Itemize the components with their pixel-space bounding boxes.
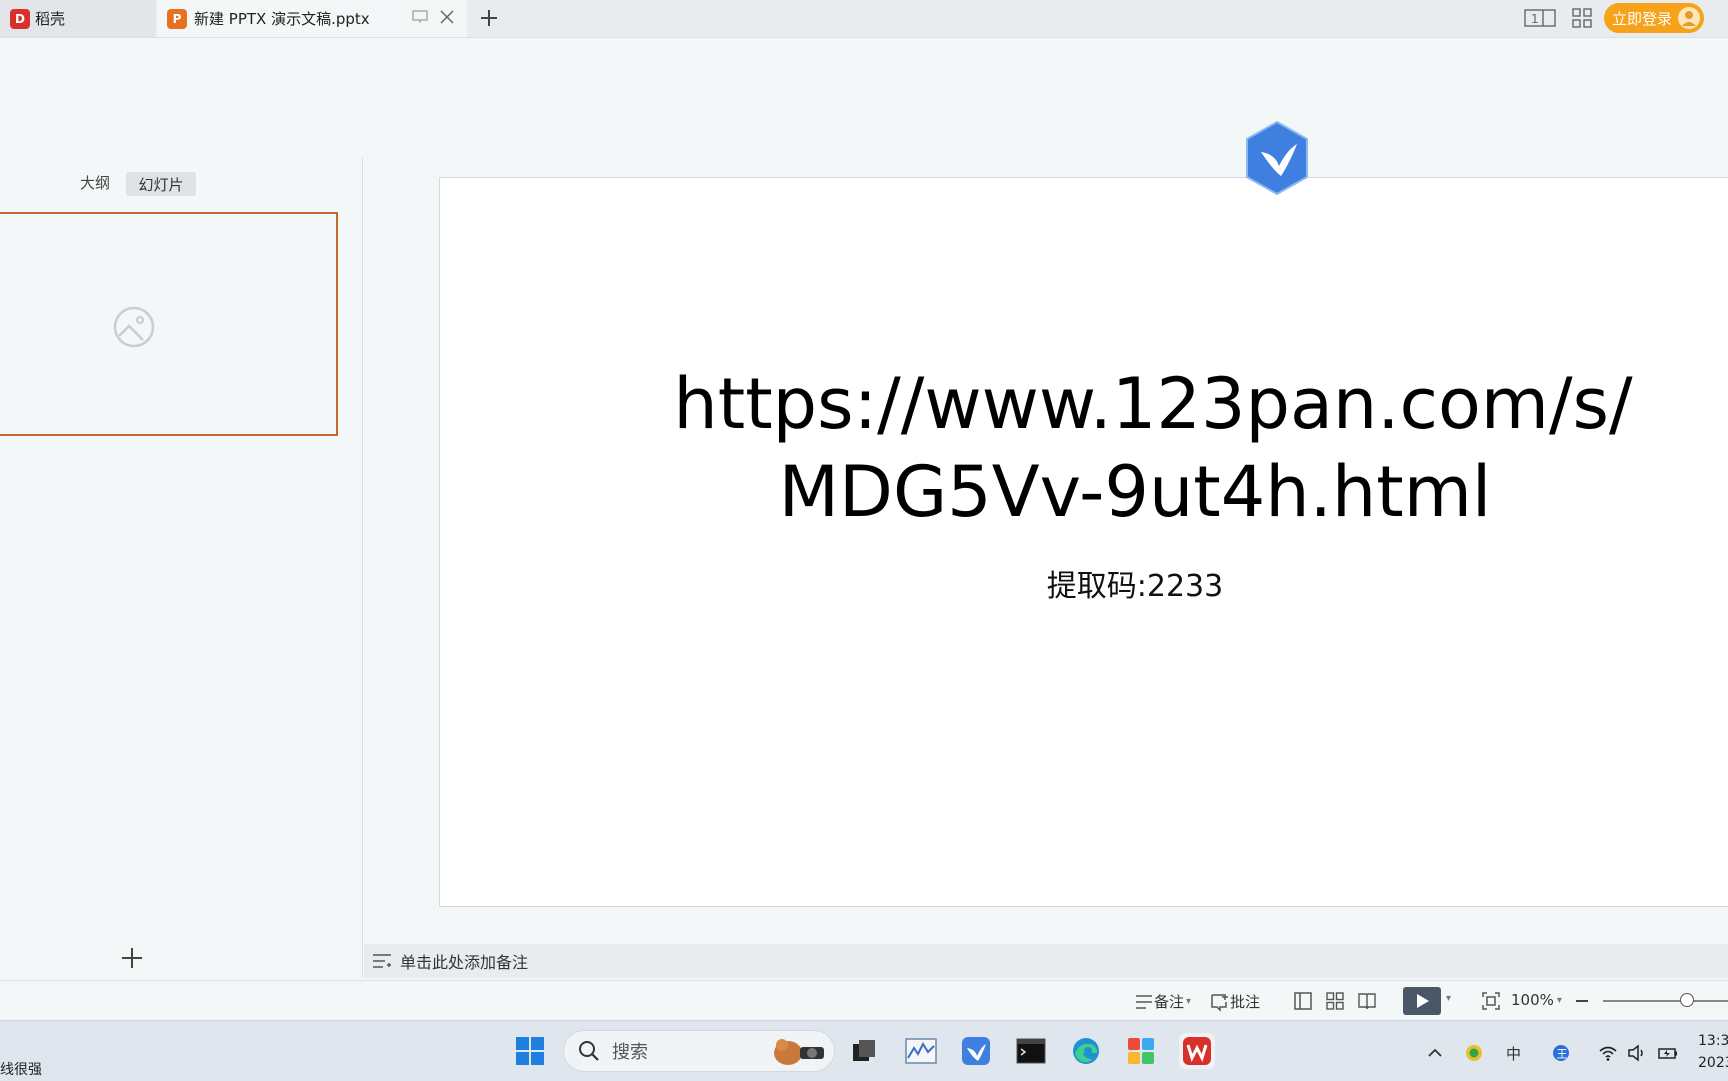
taskbar-app-terminal[interactable] (1013, 1033, 1049, 1069)
task-view-icon (853, 1040, 875, 1061)
play-slideshow-button[interactable] (1403, 987, 1441, 1015)
notes-toggle-label: 备注 (1154, 993, 1185, 1011)
zoom-level-dropdown[interactable]: 100% ▾ (1511, 991, 1562, 1009)
panel-divider[interactable] (362, 158, 363, 978)
login-label: 立即登录 (1612, 9, 1673, 28)
tab-home[interactable]: D 稻壳 (0, 0, 155, 37)
ppt-app-icon: P (167, 8, 187, 29)
tab-bar: D 稻壳 P 新建 PPTX 演示文稿.pptx 1 立即登录 (0, 0, 1728, 38)
windows-start-icon (516, 1037, 544, 1065)
clock-date[interactable]: 2023 (1698, 1055, 1728, 1071)
notes-placeholder: 单击此处添加备注 (400, 953, 529, 972)
taskbar-task-view[interactable] (846, 1033, 882, 1069)
battery-icon[interactable] (1658, 1043, 1678, 1063)
notes-area[interactable]: 单击此处添加备注 (364, 944, 1728, 978)
taskbar-status-text: 线很强 (0, 1062, 42, 1078)
close-icon[interactable] (439, 9, 455, 25)
fit-icon[interactable] (1481, 991, 1501, 1011)
zoom-level-label: 100% (1511, 991, 1554, 1009)
view-outline-tab[interactable]: 大纲 (80, 172, 110, 193)
svg-text:1: 1 (1531, 12, 1539, 26)
wps-app-icon (1183, 1037, 1211, 1065)
zoom-out-icon[interactable] (1575, 995, 1589, 1007)
view-slides-tab[interactable]: 幻灯片 (126, 172, 196, 196)
slide-url-line1: https://www.123pan.com/s/ (673, 363, 1633, 445)
reading-view-icon[interactable] (1357, 991, 1377, 1011)
notes-lines-icon (373, 954, 391, 968)
taskbar-search[interactable]: 搜索 (563, 1030, 835, 1072)
tab-home-label: 稻壳 (35, 10, 66, 28)
image-placeholder-icon (113, 306, 155, 348)
notes-toggle-button[interactable]: 备注 ▾ (1134, 991, 1191, 1012)
chevron-up-icon[interactable] (1425, 1043, 1445, 1063)
wifi-icon[interactable] (1598, 1043, 1618, 1063)
apps-grid-icon[interactable] (1572, 8, 1592, 28)
svg-text:中: 中 (1506, 1045, 1521, 1063)
sorter-view-icon[interactable] (1325, 991, 1345, 1011)
svg-text:王: 王 (1557, 1048, 1568, 1061)
search-highlight-icon (774, 1039, 824, 1065)
plus-icon[interactable] (478, 7, 500, 29)
status-bar: 备注 ▾ 批注 ▾ 100% ▾ (0, 980, 1728, 1021)
edge-browser-icon (1073, 1038, 1099, 1064)
taskbar-app-wps[interactable] (1179, 1033, 1215, 1069)
comment-label: 批注 (1230, 993, 1261, 1011)
terminal-icon (1016, 1038, 1046, 1064)
search-icon (579, 1041, 599, 1061)
chevron-down-icon[interactable]: ▾ (1446, 993, 1451, 1004)
tab-document[interactable]: P 新建 PPTX 演示文稿.pptx (157, 0, 467, 37)
slide-canvas[interactable]: https://www.123pan.com/s/ MDG5Vv-9ut4h.h… (439, 177, 1728, 907)
input-method-icon[interactable]: 中 (1504, 1043, 1524, 1063)
slide-extract-code[interactable]: 提取码:2233 (440, 561, 1728, 605)
comment-icon (1211, 993, 1228, 1012)
taskbar-app-store[interactable] (1123, 1033, 1159, 1069)
layout-icon[interactable]: 1 (1524, 8, 1556, 28)
chevron-down-icon: ▾ (1186, 996, 1192, 1007)
home-app-icon: D (10, 8, 30, 29)
chevron-down-icon: ▾ (1556, 994, 1562, 1006)
taskbar-search-placeholder: 搜索 (612, 1042, 648, 1063)
volume-icon[interactable] (1627, 1043, 1647, 1063)
add-slide-button[interactable] (120, 946, 144, 970)
windows-start-button[interactable] (512, 1033, 548, 1069)
app-store-icon (1128, 1038, 1154, 1064)
zoom-slider[interactable] (1603, 1000, 1728, 1002)
bird-icon (962, 1037, 990, 1065)
tray-sync-icon[interactable] (1464, 1043, 1484, 1063)
clock-time[interactable]: 13:3 (1698, 1033, 1728, 1049)
avatar-icon (1678, 7, 1700, 29)
taskbar-app-bird[interactable] (958, 1033, 994, 1069)
zoom-slider-thumb[interactable] (1680, 993, 1694, 1007)
login-button[interactable]: 立即登录 (1604, 3, 1704, 33)
pin-icon[interactable] (412, 10, 428, 24)
comment-button[interactable]: 批注 (1210, 991, 1260, 1012)
ime-badge-icon[interactable]: 王 (1551, 1043, 1571, 1063)
notes-lines-icon (1136, 994, 1152, 1009)
slide-thumbnail[interactable] (0, 212, 338, 436)
resource-monitor-icon (905, 1038, 937, 1064)
slide-url-line2: MDG5Vv-9ut4h.html (778, 451, 1492, 533)
bird-icon[interactable] (1243, 120, 1311, 196)
taskbar-app-monitor[interactable] (903, 1033, 939, 1069)
taskbar-app-edge[interactable] (1068, 1033, 1104, 1069)
tab-document-label: 新建 PPTX 演示文稿.pptx (194, 10, 370, 28)
play-icon (1417, 994, 1429, 1008)
os-taskbar: 线很强 搜索 中 王 13:3 202 (0, 1020, 1728, 1081)
normal-view-icon[interactable] (1293, 991, 1313, 1011)
slide-url-text[interactable]: https://www.123pan.com/s/ MDG5Vv-9ut4h.h… (440, 360, 1728, 536)
